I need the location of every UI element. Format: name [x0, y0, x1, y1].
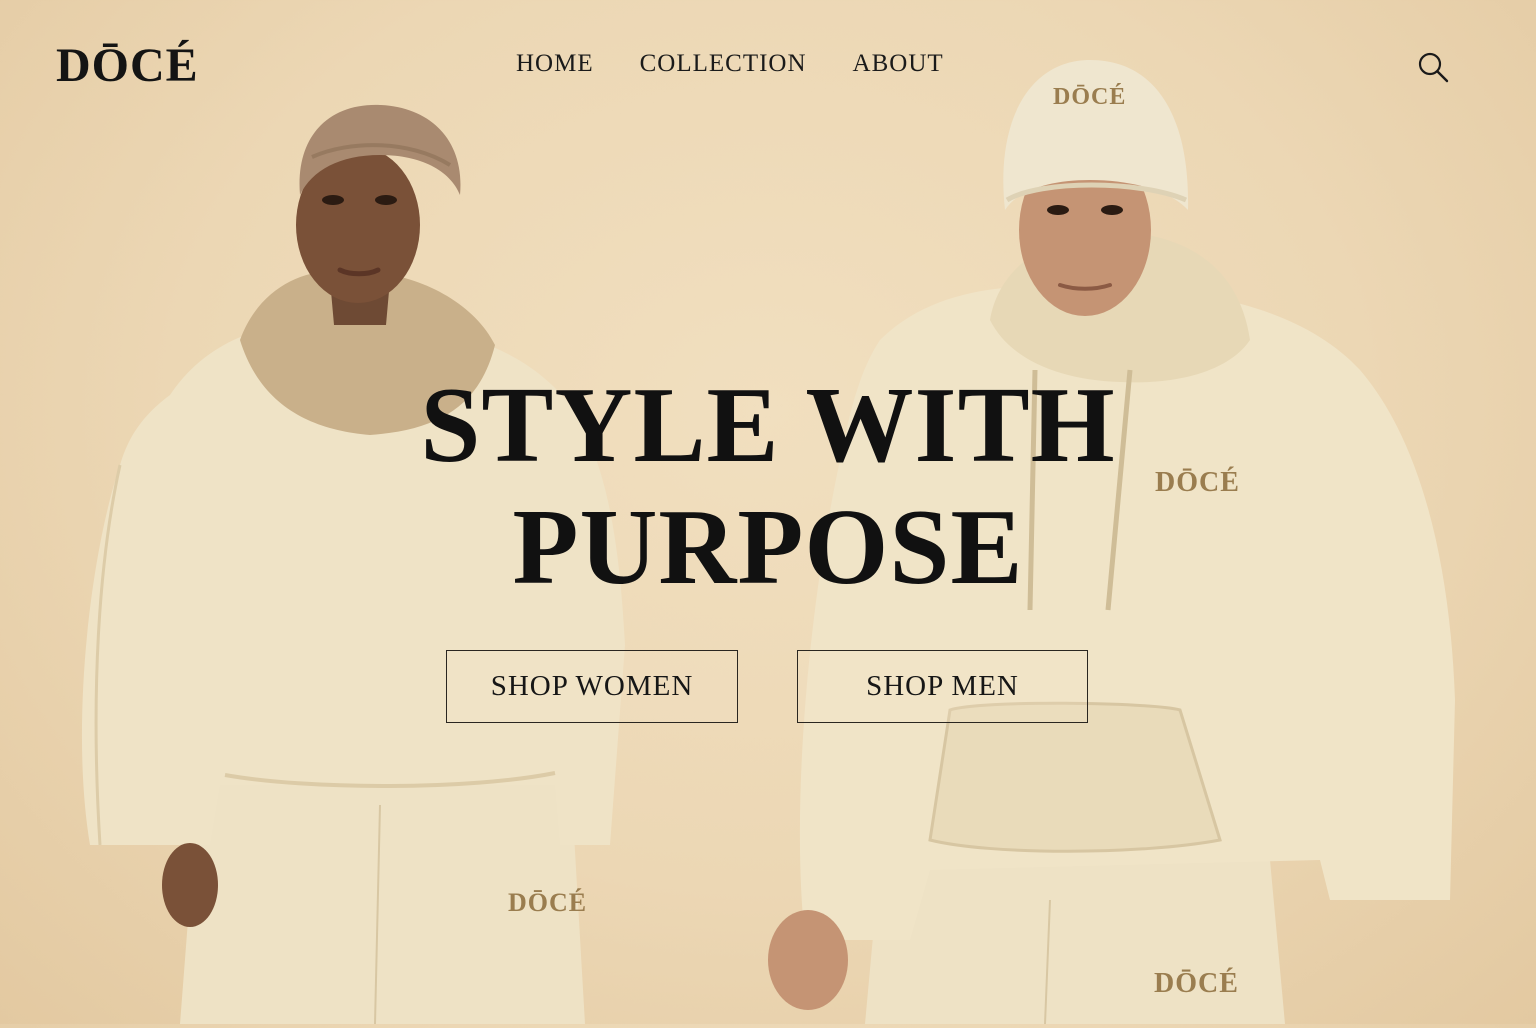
- shop-women-button[interactable]: SHOP WOMEN: [446, 650, 738, 723]
- hero-headline-line2: PURPOSE: [512, 488, 1024, 607]
- shop-men-button[interactable]: SHOP MEN: [797, 650, 1088, 723]
- pants-logo-man: DŌCÉ: [1154, 968, 1239, 999]
- nav-home[interactable]: HOME: [516, 50, 594, 78]
- hero-headline-line1: STYLE WITH: [420, 366, 1116, 485]
- beanie-logo: DŌCÉ: [1053, 84, 1127, 110]
- pants-logo-woman: DŌCÉ: [508, 888, 588, 917]
